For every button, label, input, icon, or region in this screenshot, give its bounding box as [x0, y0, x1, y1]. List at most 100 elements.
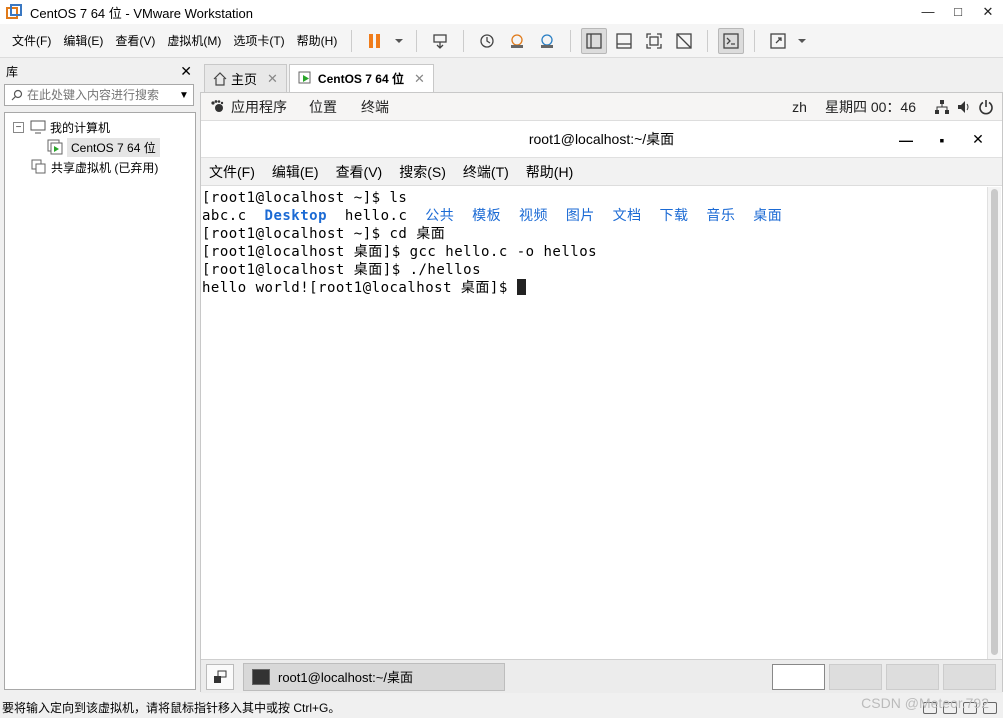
- terminal-scrollbar[interactable]: [987, 187, 1001, 659]
- taskbar-window-button[interactable]: root1@localhost:~/桌面: [243, 662, 505, 691]
- tree-item-centos-vm[interactable]: CentOS 7 64 位: [5, 137, 195, 157]
- tab-centos[interactable]: CentOS 7 64 位 ✕: [288, 64, 434, 92]
- menu-help[interactable]: 帮助(H): [291, 29, 344, 53]
- library-panel: 库 ✕ ▼ − 我的计算机 CentOS 7 64 位 共享虚拟机 (已弃用): [0, 58, 198, 692]
- tab-label: CentOS 7 64 位: [317, 72, 404, 86]
- workspace-2[interactable]: [829, 663, 882, 690]
- volume-icon[interactable]: [956, 99, 972, 115]
- toolbar-separator: [707, 29, 709, 52]
- network-icon[interactable]: [934, 99, 950, 115]
- show-library-button[interactable]: [581, 27, 608, 54]
- vm-console[interactable]: 应用程序 位置 终端 zh 星期四 00：46 root1@localhost:…: [200, 92, 1003, 693]
- snapshot-manager-button[interactable]: [534, 28, 560, 54]
- workspace-4[interactable]: [943, 663, 996, 690]
- tab-home[interactable]: 主页 ✕: [204, 64, 287, 92]
- vm-tabs: 主页 ✕ CentOS 7 64 位 ✕: [200, 62, 1003, 92]
- gnome-applications-menu[interactable]: 应用程序: [231, 97, 287, 117]
- terminal-title: root1@localhost:~/桌面: [528, 131, 675, 147]
- terminal-line: [root1@localhost ~]$ ls: [202, 190, 408, 206]
- tree-item-shared-vms[interactable]: 共享虚拟机 (已弃用): [5, 157, 195, 177]
- full-screen-button[interactable]: [641, 28, 667, 54]
- stretch-guest-button[interactable]: [765, 28, 791, 54]
- menu-file[interactable]: 文件(F): [6, 29, 57, 53]
- library-title: 库: [6, 64, 19, 79]
- terminal-line: [root1@localhost 桌面]$ ./hellos: [202, 262, 482, 278]
- maximize-button[interactable]: □: [943, 4, 973, 20]
- terminal-cursor: [516, 279, 526, 295]
- terminal-menu-file[interactable]: 文件(F): [209, 162, 255, 182]
- shared-vm-icon: [31, 159, 46, 174]
- tab-label: 主页: [231, 72, 258, 87]
- snapshot-clock-icon: [480, 33, 494, 48]
- close-tab-icon[interactable]: ✕: [267, 71, 278, 87]
- stretch-dropdown-button[interactable]: [795, 28, 809, 54]
- terminal-close-button[interactable]: ✕: [960, 131, 996, 148]
- gnome-places-menu[interactable]: 位置: [309, 97, 337, 117]
- send-ctrl-alt-del-button[interactable]: [427, 28, 453, 54]
- gnome-foot-icon: [211, 99, 224, 112]
- menu-edit[interactable]: 编辑(E): [57, 29, 109, 53]
- menu-vm[interactable]: 虚拟机(M): [161, 29, 227, 53]
- input-language-indicator[interactable]: zh: [792, 99, 807, 115]
- console-icon: [723, 32, 739, 49]
- close-tab-icon[interactable]: ✕: [414, 71, 425, 87]
- workspace-1[interactable]: [772, 663, 825, 690]
- menu-view[interactable]: 查看(V): [109, 29, 161, 53]
- terminal-line: abc.c Desktop hello.c 公共 模板 视频 图片 文档 下载 …: [202, 207, 988, 225]
- gnome-clock[interactable]: 星期四 00：46: [825, 97, 916, 117]
- gnome-terminal-menu[interactable]: 终端: [361, 97, 389, 117]
- terminal-maximize-button[interactable]: ▪: [924, 132, 960, 148]
- power-icon[interactable]: [978, 99, 994, 115]
- toolbar-separator: [416, 29, 418, 52]
- window-titlebar: CentOS 7 64 位 - VMware Workstation — □ ✕: [0, 0, 1003, 24]
- watermark-text: CSDN @Meteor.792: [861, 695, 989, 711]
- gnome-top-bar: 应用程序 位置 终端 zh 星期四 00：46: [201, 93, 1002, 121]
- thumbnail-bar-button[interactable]: [611, 28, 637, 54]
- terminal-output[interactable]: [root1@localhost ~]$ ls abc.c Desktop he…: [201, 187, 988, 659]
- library-search-input[interactable]: [27, 88, 179, 102]
- scrollbar-thumb[interactable]: [991, 189, 998, 655]
- menu-tabs[interactable]: 选项卡(T): [227, 29, 290, 53]
- revert-snapshot-button[interactable]: [504, 28, 530, 54]
- terminal-menu-search[interactable]: 搜索(S): [399, 162, 446, 182]
- tree-label: CentOS 7 64 位: [67, 137, 160, 157]
- toolbar-separator: [463, 29, 465, 52]
- home-icon: [213, 71, 227, 86]
- snapshot-button[interactable]: [474, 28, 500, 54]
- terminal-minimize-button[interactable]: —: [888, 132, 924, 148]
- search-dropdown-icon[interactable]: ▼: [179, 90, 193, 101]
- pause-icon: [369, 33, 381, 48]
- tree-label: 共享虚拟机 (已弃用): [51, 160, 159, 175]
- terminal-menu-terminal[interactable]: 终端(T): [463, 162, 509, 182]
- collapse-toggle-icon[interactable]: −: [13, 121, 24, 133]
- terminal-menu-help[interactable]: 帮助(H): [526, 162, 573, 182]
- terminal-line: [root1@localhost ~]$ cd 桌面: [202, 226, 446, 242]
- directory-name: Desktop: [264, 208, 328, 224]
- taskbar-window-label: root1@localhost:~/桌面: [278, 670, 413, 685]
- power-dropdown-button[interactable]: [392, 28, 406, 54]
- terminal-app-icon: [252, 668, 270, 685]
- terminal-menu-edit[interactable]: 编辑(E): [272, 162, 319, 182]
- tree-item-my-computer[interactable]: − 我的计算机: [5, 117, 195, 137]
- show-desktop-icon: [214, 670, 227, 683]
- console-view-button[interactable]: [718, 27, 745, 54]
- window-title: CentOS 7 64 位 - VMware Workstation: [30, 5, 254, 21]
- terminal-menubar: 文件(F) 编辑(E) 查看(V) 搜索(S) 终端(T) 帮助(H): [201, 158, 1002, 186]
- pause-button[interactable]: [362, 28, 388, 54]
- menubar: 文件(F) 编辑(E) 查看(V) 虚拟机(M) 选项卡(T) 帮助(H): [0, 24, 1003, 58]
- close-button[interactable]: ✕: [973, 4, 1003, 20]
- library-search-box: ▼: [4, 84, 194, 106]
- vm-running-icon: [298, 71, 311, 83]
- terminal-line: hello world![root1@localhost 桌面]$: [202, 279, 988, 297]
- workspace-3[interactable]: [886, 663, 939, 690]
- unity-mode-button[interactable]: [671, 28, 697, 54]
- toolbar-separator: [570, 29, 572, 52]
- show-desktop-button[interactable]: [206, 663, 234, 690]
- chevron-down-icon: [798, 38, 807, 43]
- minimize-button[interactable]: —: [913, 4, 943, 20]
- terminal-titlebar: root1@localhost:~/桌面 — ▪ ✕: [201, 121, 1002, 158]
- computer-icon: [30, 120, 46, 134]
- status-bar: 要将输入定向到该虚拟机，请将鼠标指针移入其中或按 Ctrl+G。: [0, 697, 1003, 718]
- library-close-icon[interactable]: ✕: [180, 63, 192, 80]
- terminal-menu-view[interactable]: 查看(V): [336, 162, 383, 182]
